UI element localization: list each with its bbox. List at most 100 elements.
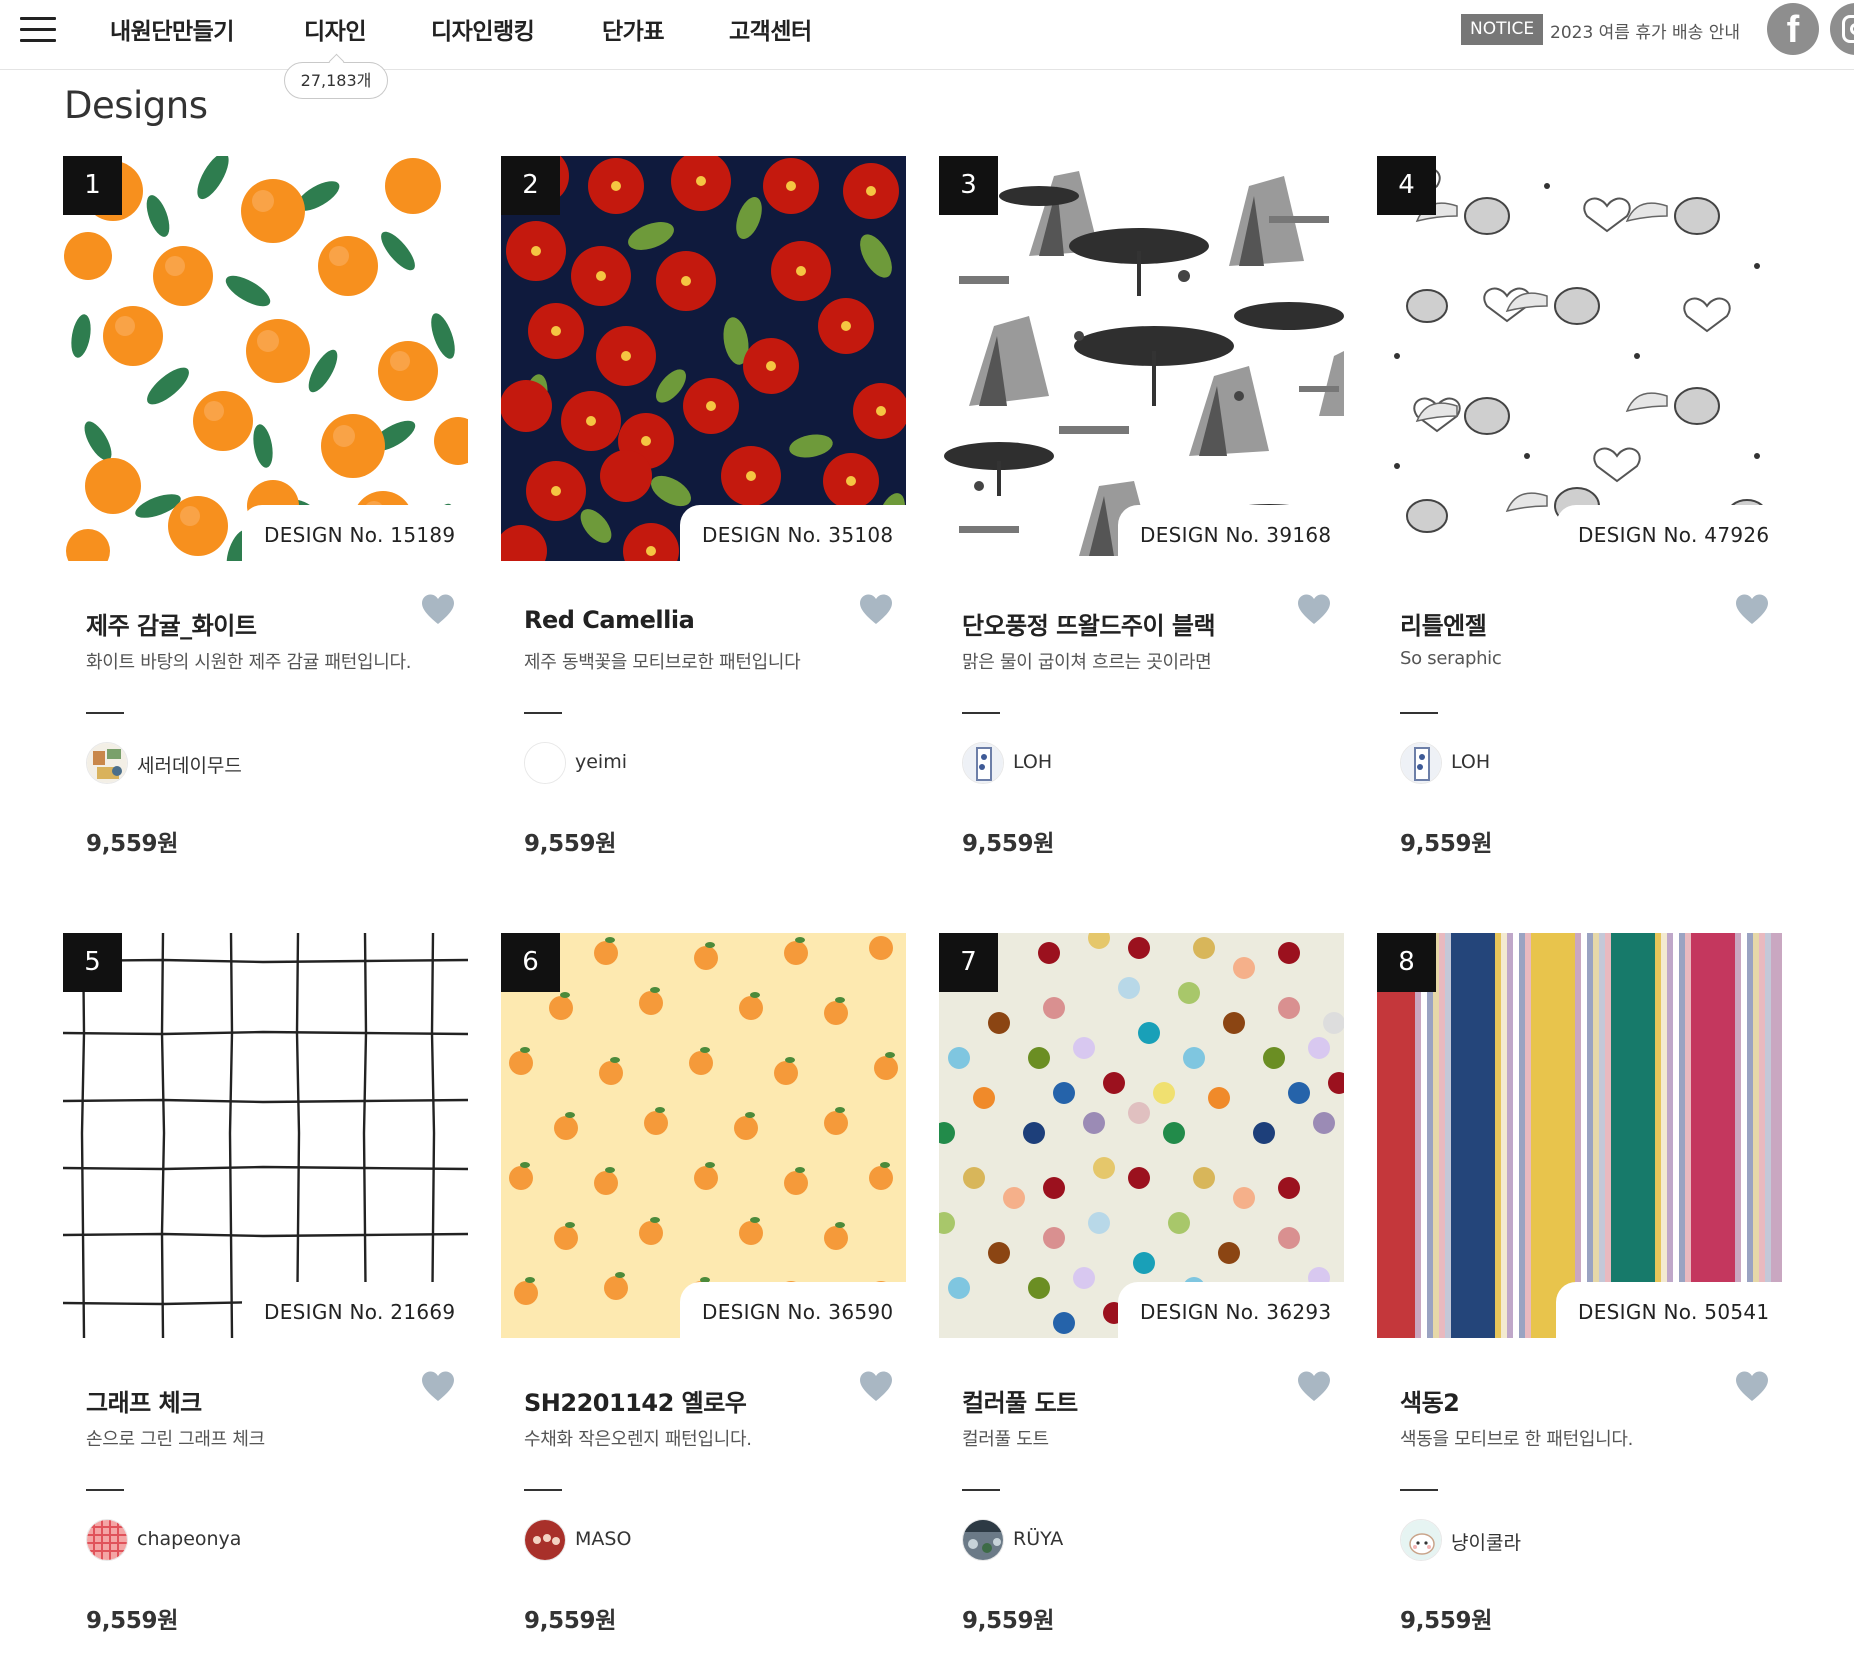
design-description: 색동을 모티브로 한 패턴입니다. <box>1400 1429 1634 1450</box>
design-description: 손으로 그린 그래프 체크 <box>86 1429 265 1450</box>
author-name[interactable]: RÜYA <box>1013 1528 1063 1550</box>
heart-icon[interactable] <box>420 592 456 628</box>
nav-item-custom-fabric[interactable]: 내원단만들기 <box>110 12 234 46</box>
top-header: 내원단만들기 디자인 디자인랭킹 단가표 고객센터 NOTICE 2023 여름… <box>0 0 1854 70</box>
design-card[interactable]: 6 DESIGN No. 36590 SH2201142 옐로우 수채화 작은오… <box>501 933 906 1653</box>
price: 9,559원 <box>86 831 179 857</box>
price: 9,559원 <box>86 1608 179 1634</box>
design-title[interactable]: SH2201142 옐로우 <box>524 1383 747 1418</box>
design-number: DESIGN No. 15189 <box>242 505 468 561</box>
design-thumbnail-saekdong-stripe[interactable]: 8 DESIGN No. 50541 <box>1377 933 1782 1338</box>
price: 9,559원 <box>1400 831 1493 857</box>
instagram-icon[interactable] <box>1830 3 1854 55</box>
design-thumbnail-toile-landscape[interactable]: 3 DESIGN No. 39168 <box>939 156 1344 561</box>
divider <box>524 712 562 714</box>
design-title[interactable]: 그래프 체크 <box>86 1383 202 1418</box>
price: 9,559원 <box>524 1608 617 1634</box>
design-title[interactable]: 단오풍정 뜨왈드주이 블랙 <box>962 606 1216 641</box>
author-name[interactable]: MASO <box>575 1528 631 1550</box>
heart-icon[interactable] <box>1296 592 1332 628</box>
author-name[interactable]: yeimi <box>575 751 627 773</box>
avatar[interactable] <box>86 742 128 784</box>
rank-badge: 6 <box>501 933 560 992</box>
nav-item-customer-center[interactable]: 고객센터 <box>729 12 812 46</box>
design-card[interactable]: 5 DESIGN No. 21669 그래프 체크 손으로 그린 그래프 체크 … <box>63 933 468 1653</box>
rank-badge: 7 <box>939 933 998 992</box>
design-title[interactable]: 컬러풀 도트 <box>962 1383 1078 1418</box>
divider <box>86 1489 124 1491</box>
design-description: So seraphic <box>1400 648 1502 669</box>
rank-badge: 3 <box>939 156 998 215</box>
design-title[interactable]: Red Camellia <box>524 606 695 634</box>
design-card[interactable]: 7 DESIGN No. 36293 컬러풀 도트 컬러풀 도트 RÜYA 9,… <box>939 933 1344 1653</box>
design-number: DESIGN No. 36590 <box>680 1282 906 1338</box>
rank-badge: 4 <box>1377 156 1436 215</box>
design-thumbnail-little-angel[interactable]: 4 DESIGN No. 47926 <box>1377 156 1782 561</box>
price: 9,559원 <box>524 831 617 857</box>
divider <box>1400 1489 1438 1491</box>
divider <box>962 712 1000 714</box>
avatar[interactable] <box>524 742 566 784</box>
author-name[interactable]: 냥이쿨라 <box>1451 1528 1521 1555</box>
divider <box>962 1489 1000 1491</box>
heart-icon[interactable] <box>1734 1369 1770 1405</box>
design-card[interactable]: 4 DESIGN No. 47926 리틀엔젤 So seraphic LOH … <box>1377 156 1782 876</box>
rank-badge: 1 <box>63 156 122 215</box>
page-title: Designs <box>64 84 208 127</box>
author-name[interactable]: chapeonya <box>137 1528 241 1550</box>
design-title[interactable]: 제주 감귤_화이트 <box>86 606 257 641</box>
rank-badge: 2 <box>501 156 560 215</box>
design-thumbnail-mandarin[interactable]: 1 DESIGN No. 15189 <box>63 156 468 561</box>
design-card[interactable]: 1 DESIGN No. 15189 제주 감귤_화이트 화이트 바탕의 시원한… <box>63 156 468 876</box>
design-card[interactable]: 2 DESIGN No. 35108 Red Camellia 제주 동백꽃을 … <box>501 156 906 876</box>
avatar[interactable] <box>86 1519 128 1561</box>
design-description: 컬러풀 도트 <box>962 1429 1049 1450</box>
author-name[interactable]: LOH <box>1013 751 1052 773</box>
divider <box>524 1489 562 1491</box>
author-name[interactable]: LOH <box>1451 751 1490 773</box>
design-description: 맑은 물이 굽이쳐 흐르는 곳이라면 <box>962 652 1212 673</box>
divider <box>1400 712 1438 714</box>
nav-item-price-table[interactable]: 단가표 <box>602 12 664 46</box>
design-number: DESIGN No. 36293 <box>1118 1282 1344 1338</box>
avatar[interactable] <box>1400 742 1442 784</box>
avatar[interactable] <box>962 742 1004 784</box>
price: 9,559원 <box>962 831 1055 857</box>
facebook-icon[interactable]: f <box>1767 3 1819 55</box>
author-name[interactable]: 세러데이무드 <box>137 751 242 778</box>
design-number: DESIGN No. 35108 <box>680 505 906 561</box>
design-card[interactable]: 3 DESIGN No. 39168 단오풍정 뜨왈드주이 블랙 맑은 물이 굽… <box>939 156 1344 876</box>
design-number: DESIGN No. 50541 <box>1556 1282 1782 1338</box>
menu-icon[interactable] <box>20 17 56 43</box>
design-thumbnail-red-camellia[interactable]: 2 DESIGN No. 35108 <box>501 156 906 561</box>
design-thumbnail-graph-check[interactable]: 5 DESIGN No. 21669 <box>63 933 468 1338</box>
design-number: DESIGN No. 47926 <box>1556 505 1782 561</box>
design-title[interactable]: 색동2 <box>1400 1383 1460 1418</box>
rank-badge: 8 <box>1377 933 1436 992</box>
rank-badge: 5 <box>63 933 122 992</box>
heart-icon[interactable] <box>1296 1369 1332 1405</box>
design-number: DESIGN No. 39168 <box>1118 505 1344 561</box>
heart-icon[interactable] <box>1734 592 1770 628</box>
design-count-badge: 27,183개 <box>284 62 388 99</box>
heart-icon[interactable] <box>858 1369 894 1405</box>
design-card[interactable]: 8 DESIGN No. 50541 색동2 색동을 모티브로 한 패턴입니다.… <box>1377 933 1782 1653</box>
price: 9,559원 <box>962 1608 1055 1634</box>
heart-icon[interactable] <box>858 592 894 628</box>
divider <box>86 712 124 714</box>
notice-link[interactable]: 2023 여름 휴가 배송 안내 <box>1550 18 1740 43</box>
design-title[interactable]: 리틀엔젤 <box>1400 606 1487 641</box>
notice-badge: NOTICE <box>1461 14 1544 45</box>
avatar[interactable] <box>524 1519 566 1561</box>
design-thumbnail-small-orange[interactable]: 6 DESIGN No. 36590 <box>501 933 906 1338</box>
price: 9,559원 <box>1400 1608 1493 1634</box>
design-thumbnail-colorful-dot[interactable]: 7 DESIGN No. 36293 <box>939 933 1344 1338</box>
nav-item-design-ranking[interactable]: 디자인랭킹 <box>431 12 535 46</box>
design-description: 화이트 바탕의 시원한 제주 감귤 패턴입니다. <box>86 652 412 673</box>
design-number: DESIGN No. 21669 <box>242 1282 468 1338</box>
heart-icon[interactable] <box>420 1369 456 1405</box>
design-description: 제주 동백꽃을 모티브로한 패턴입니다 <box>524 652 801 673</box>
nav-item-design[interactable]: 디자인 <box>304 12 366 46</box>
avatar[interactable] <box>1400 1519 1442 1561</box>
avatar[interactable] <box>962 1519 1004 1561</box>
